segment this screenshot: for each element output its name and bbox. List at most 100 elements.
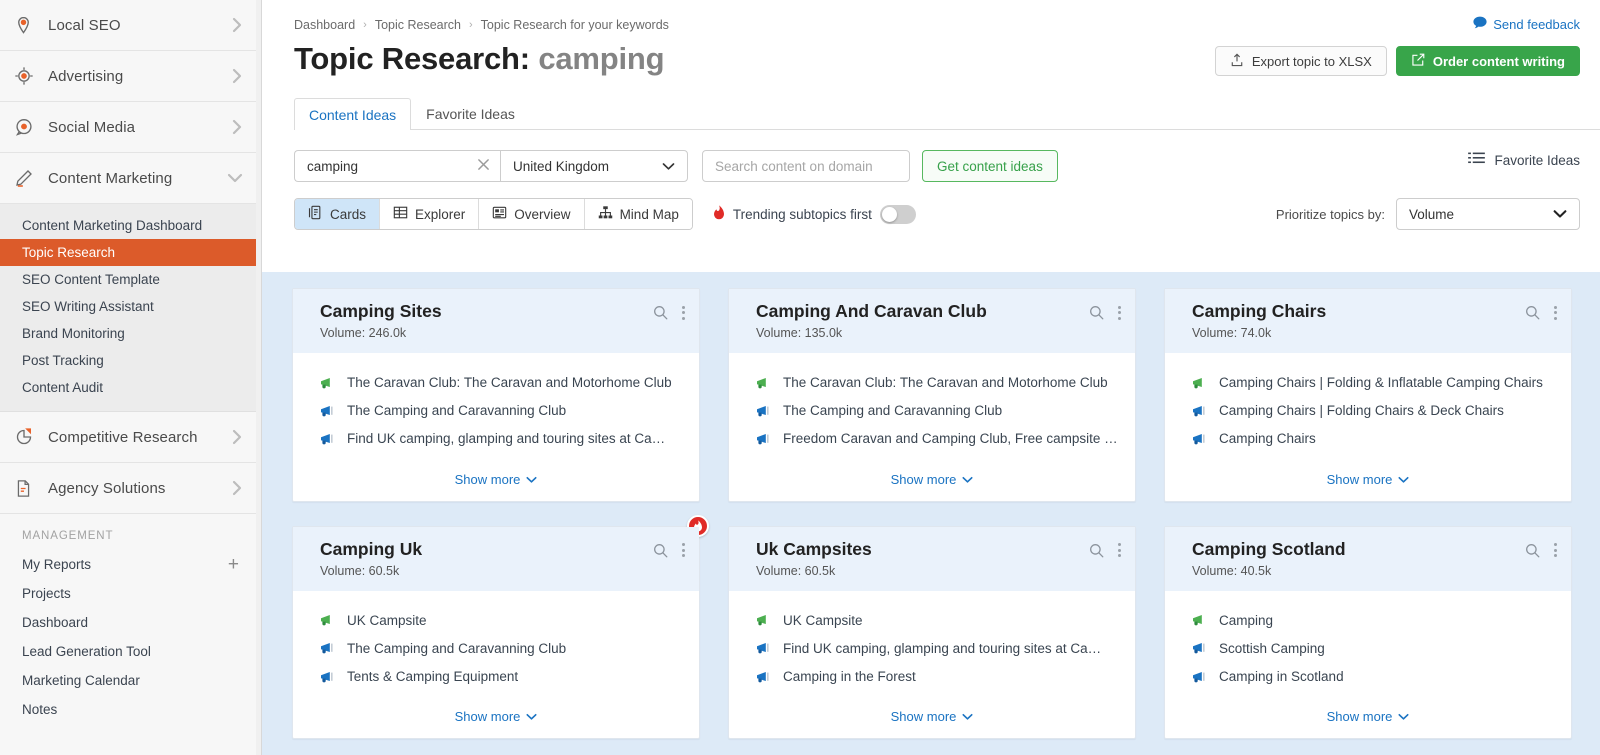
- idea-item[interactable]: UK Campsite: [320, 607, 685, 635]
- sidebar-item-label: Marketing Calendar: [22, 673, 140, 688]
- show-more-button[interactable]: Show more: [1165, 460, 1571, 501]
- sidebar-item-social-media[interactable]: Social Media: [0, 102, 261, 153]
- export-topic-button[interactable]: Export topic to XLSX: [1214, 46, 1387, 76]
- breadcrumb-item-dashboard[interactable]: Dashboard: [294, 18, 355, 32]
- keyword-input[interactable]: camping: [294, 150, 500, 182]
- card-volume: Volume: 246.0k: [320, 326, 685, 340]
- show-more-button[interactable]: Show more: [729, 460, 1135, 501]
- idea-item[interactable]: UK Campsite: [756, 607, 1121, 635]
- sidebar-item-projects[interactable]: Projects: [0, 579, 261, 608]
- idea-item[interactable]: The Camping and Caravanning Club: [320, 635, 685, 663]
- sidebar-item-notes[interactable]: Notes: [0, 695, 261, 724]
- topic-card[interactable]: Camping Chairs Volume: 74.0k Camping Cha…: [1164, 288, 1572, 502]
- card-menu-icon[interactable]: [682, 305, 685, 320]
- megaphone-icon: [756, 671, 772, 684]
- content-marketing-submenu: Content Marketing Dashboard Topic Resear…: [0, 204, 261, 412]
- sidebar-item-content-audit[interactable]: Content Audit: [0, 374, 261, 401]
- megaphone-icon: [320, 433, 336, 446]
- card-actions: [1089, 543, 1121, 558]
- sidebar-item-label: Competitive Research: [48, 428, 198, 446]
- topic-card[interactable]: Camping Uk Volume: 60.5k UK Campsite The…: [292, 514, 709, 740]
- topic-card[interactable]: Camping And Caravan Club Volume: 135.0k: [728, 288, 1136, 502]
- search-icon[interactable]: [653, 543, 668, 558]
- topic-card[interactable]: Uk Campsites Volume: 60.5k UK Campsite F…: [728, 525, 1136, 740]
- search-icon[interactable]: [1525, 543, 1540, 558]
- view-cards-button[interactable]: Cards: [295, 199, 381, 229]
- breadcrumb-item-topic-research[interactable]: Topic Research: [375, 18, 461, 32]
- idea-item[interactable]: Camping: [1192, 607, 1557, 635]
- idea-item[interactable]: Find UK camping, glamping and touring si…: [756, 635, 1121, 663]
- idea-item[interactable]: The Camping and Caravanning Club: [756, 397, 1121, 425]
- sidebar-item-marketing-calendar[interactable]: Marketing Calendar: [0, 666, 261, 695]
- sidebar-item-topic-research[interactable]: Topic Research: [0, 239, 261, 266]
- domain-search-input[interactable]: Search content on domain: [702, 150, 910, 182]
- order-content-writing-button[interactable]: Order content writing: [1395, 46, 1580, 76]
- sidebar-item-advertising[interactable]: Advertising: [0, 51, 261, 102]
- idea-item[interactable]: Freedom Caravan and Camping Club, Free c…: [756, 425, 1121, 453]
- idea-item[interactable]: The Caravan Club: The Caravan and Motorh…: [756, 369, 1121, 397]
- sidebar-item-dashboard[interactable]: Dashboard: [0, 608, 261, 637]
- country-select-value: United Kingdom: [513, 158, 610, 174]
- idea-item[interactable]: Find UK camping, glamping and touring si…: [320, 425, 685, 453]
- view-mindmap-button[interactable]: Mind Map: [584, 199, 692, 229]
- tab-content-ideas[interactable]: Content Ideas: [294, 98, 412, 130]
- idea-item[interactable]: Tents & Camping Equipment: [320, 663, 685, 691]
- prioritize-select-value: Volume: [1409, 206, 1455, 222]
- card-menu-icon[interactable]: [682, 543, 685, 558]
- sidebar-item-content-marketing[interactable]: Content Marketing: [0, 153, 261, 204]
- tab-favorite-ideas[interactable]: Favorite Ideas: [411, 98, 530, 129]
- idea-item[interactable]: Camping Chairs | Folding Chairs & Deck C…: [1192, 397, 1557, 425]
- sidebar-item-lead-generation-tool[interactable]: Lead Generation Tool: [0, 637, 261, 666]
- megaphone-icon: [1192, 433, 1208, 446]
- breadcrumb-item-current[interactable]: Topic Research for your keywords: [481, 18, 669, 32]
- card-volume-value: 60.5k: [804, 563, 836, 578]
- send-feedback-link[interactable]: Send feedback: [1473, 16, 1580, 32]
- card-volume-label: Volume:: [756, 326, 802, 341]
- favorite-ideas-link[interactable]: Favorite Ideas: [1468, 152, 1580, 168]
- sidebar-item-competitive-research[interactable]: Competitive Research: [0, 412, 261, 463]
- show-more-button[interactable]: Show more: [1165, 697, 1571, 738]
- search-icon[interactable]: [653, 305, 668, 320]
- country-select[interactable]: United Kingdom: [500, 150, 688, 182]
- breadcrumb-separator: ›: [468, 19, 473, 31]
- search-icon[interactable]: [1089, 305, 1104, 320]
- card-menu-icon[interactable]: [1554, 305, 1557, 320]
- idea-item[interactable]: The Camping and Caravanning Club: [320, 397, 685, 425]
- idea-item[interactable]: Scottish Camping: [1192, 635, 1557, 663]
- sidebar-item-seo-content-template[interactable]: SEO Content Template: [0, 266, 261, 293]
- topic-card[interactable]: Camping Sites Volume: 246.0k The Caravan…: [292, 288, 700, 502]
- sidebar-item-brand-monitoring[interactable]: Brand Monitoring: [0, 320, 261, 347]
- sidebar-item-label: Advertising: [48, 67, 124, 85]
- sidebar-item-my-reports[interactable]: My Reports +: [0, 550, 261, 579]
- show-more-button[interactable]: Show more: [293, 697, 699, 738]
- idea-item[interactable]: Camping in the Forest: [756, 663, 1121, 691]
- card-menu-icon[interactable]: [1118, 305, 1121, 320]
- view-explorer-button[interactable]: Explorer: [380, 199, 480, 229]
- idea-item[interactable]: The Caravan Club: The Caravan and Motorh…: [320, 369, 685, 397]
- idea-item[interactable]: Camping in Scotland: [1192, 663, 1557, 691]
- idea-text: Freedom Caravan and Camping Club, Free c…: [783, 431, 1118, 447]
- search-icon[interactable]: [1525, 305, 1540, 320]
- show-more-button[interactable]: Show more: [729, 697, 1135, 738]
- view-overview-button[interactable]: Overview: [479, 199, 585, 229]
- get-content-ideas-button[interactable]: Get content ideas: [922, 150, 1058, 182]
- topic-card[interactable]: Camping Scotland Volume: 40.5k Camping S…: [1164, 525, 1572, 740]
- add-report-icon[interactable]: +: [228, 555, 239, 574]
- sidebar-item-content-marketing-dashboard[interactable]: Content Marketing Dashboard: [0, 212, 261, 239]
- trending-subtopics-toggle[interactable]: [879, 204, 916, 224]
- card-menu-icon[interactable]: [1118, 543, 1121, 558]
- chat-bubble-icon: [14, 117, 44, 137]
- search-icon[interactable]: [1089, 543, 1104, 558]
- sidebar-item-local-seo[interactable]: Local SEO: [0, 0, 261, 51]
- sidebar-item-post-tracking[interactable]: Post Tracking: [0, 347, 261, 374]
- sidebar-item-seo-writing-assistant[interactable]: SEO Writing Assistant: [0, 293, 261, 320]
- idea-item[interactable]: Camping Chairs | Folding & Inflatable Ca…: [1192, 369, 1557, 397]
- sidebar-item-agency-solutions[interactable]: Agency Solutions: [0, 463, 261, 514]
- clear-keyword-icon[interactable]: [477, 158, 490, 175]
- card-menu-icon[interactable]: [1554, 543, 1557, 558]
- idea-item[interactable]: Camping Chairs: [1192, 425, 1557, 453]
- tab-bar: Content Ideas Favorite Ideas: [294, 98, 1600, 130]
- sidebar-scrollbar[interactable]: [256, 0, 261, 755]
- show-more-button[interactable]: Show more: [293, 460, 699, 501]
- prioritize-select[interactable]: Volume: [1396, 198, 1580, 230]
